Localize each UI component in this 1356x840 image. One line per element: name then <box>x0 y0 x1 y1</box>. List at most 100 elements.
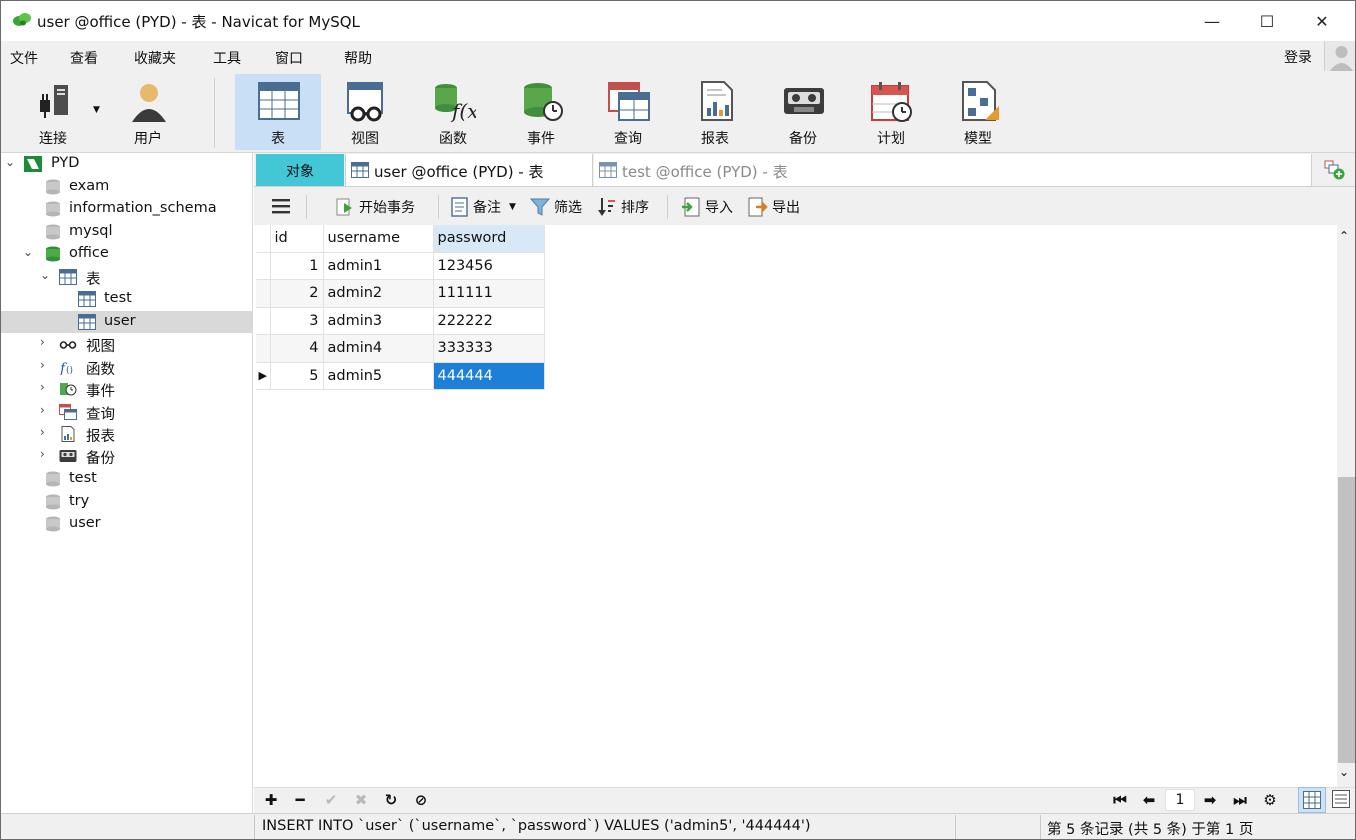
menu-help[interactable]: 帮助 <box>344 48 372 68</box>
cell-username[interactable]: admin5 <box>323 362 434 390</box>
settings-gear-icon[interactable]: ⚙ <box>1259 789 1281 811</box>
tree-group-queries[interactable]: › 查询 <box>1 401 252 423</box>
note-button[interactable]: 备注 ▼ <box>451 197 516 217</box>
row-indicator[interactable] <box>256 334 271 363</box>
cell-id[interactable]: 2 <box>270 279 324 308</box>
apply-changes-button[interactable]: ✔ <box>320 789 342 811</box>
table-row[interactable]: 1 admin1 123456 <box>256 252 545 280</box>
toolbar-user-button[interactable]: 用户 <box>105 74 191 150</box>
toolbar-model-button[interactable]: 模型 <box>935 74 1021 150</box>
menu-tools[interactable]: 工具 <box>213 48 241 68</box>
chevron-right-icon[interactable]: › <box>40 358 52 372</box>
sort-button[interactable]: 排序 <box>597 197 649 217</box>
tree-db-mysql[interactable]: mysql <box>1 221 252 243</box>
next-page-button[interactable]: ➡ <box>1199 789 1221 811</box>
import-button[interactable]: 导入 <box>681 197 733 217</box>
hamburger-menu-button[interactable] <box>271 197 291 215</box>
avatar[interactable] <box>1324 41 1355 73</box>
scrollbar-thumb[interactable] <box>1338 477 1355 763</box>
cell-password-selected[interactable]: 444444 <box>433 362 545 390</box>
cell-password[interactable]: 123456 <box>433 252 545 280</box>
page-number-input[interactable]: 1 <box>1165 789 1195 811</box>
row-indicator[interactable] <box>256 279 271 308</box>
tree-group-events[interactable]: › 事件 <box>1 378 252 400</box>
row-indicator[interactable] <box>256 307 271 335</box>
chevron-right-icon[interactable]: › <box>40 380 52 394</box>
chevron-down-icon[interactable]: ⌄ <box>5 155 17 169</box>
maximize-button[interactable]: ☐ <box>1244 1 1290 41</box>
toolbar-event-button[interactable]: 事件 <box>498 74 584 150</box>
scroll-down-icon[interactable]: ⌄ <box>1339 765 1349 779</box>
tree-db-exam[interactable]: exam <box>1 176 252 198</box>
column-header-id[interactable]: id <box>270 225 324 253</box>
tree-db-user[interactable]: user <box>1 513 252 535</box>
cell-id[interactable]: 3 <box>270 307 324 335</box>
tree-group-functions[interactable]: › f () 函数 <box>1 356 252 378</box>
tree-group-tables[interactable]: ⌄ 表 <box>1 266 252 288</box>
tree-group-backups[interactable]: › 备份 <box>1 445 252 467</box>
menu-view[interactable]: 查看 <box>70 48 98 68</box>
grid-view-button[interactable] <box>1298 787 1326 813</box>
tab-test-table[interactable]: test @office (PYD) - 表 <box>594 154 1312 186</box>
toolbar-table-button[interactable]: 表 <box>235 74 321 150</box>
table-row[interactable]: 4 admin4 333333 <box>256 334 545 363</box>
chevron-down-icon[interactable]: ⌄ <box>40 268 52 282</box>
chevron-right-icon[interactable]: › <box>40 335 52 349</box>
toolbar-view-button[interactable]: 视图 <box>322 74 408 150</box>
first-page-button[interactable]: ⏮ <box>1109 789 1131 811</box>
toolbar-query-button[interactable]: 查询 <box>585 74 671 150</box>
last-page-button[interactable]: ⏭ <box>1229 789 1251 811</box>
refresh-button[interactable]: ↻ <box>380 789 402 811</box>
minimize-button[interactable]: — <box>1189 1 1235 41</box>
tree-db-test[interactable]: test <box>1 468 252 490</box>
chevron-right-icon[interactable]: › <box>40 425 52 439</box>
toolbar-function-button[interactable]: f(x) 函数 <box>410 74 496 150</box>
cell-username[interactable]: admin3 <box>323 307 434 335</box>
table-row[interactable]: 3 admin3 222222 <box>256 307 545 335</box>
cell-password[interactable]: 222222 <box>433 307 545 335</box>
tree-table-user[interactable]: user <box>1 311 252 333</box>
note-dropdown-icon[interactable]: ▼ <box>509 202 516 212</box>
close-button[interactable]: ✕ <box>1299 1 1345 41</box>
scroll-up-icon[interactable]: ⌃ <box>1339 229 1349 243</box>
tree-connection-pyd[interactable]: ⌄ PYD <box>1 153 252 175</box>
chevron-right-icon[interactable]: › <box>40 403 52 417</box>
table-row[interactable]: 2 admin2 111111 <box>256 279 545 308</box>
tree-group-views[interactable]: › 视图 <box>1 333 252 355</box>
cell-id[interactable]: 4 <box>270 334 324 363</box>
cell-id[interactable]: 1 <box>270 252 324 280</box>
data-grid[interactable]: id username password 1 admin1 123456 2 a… <box>256 225 545 390</box>
menu-favorites[interactable]: 收藏夹 <box>134 48 176 68</box>
add-record-button[interactable]: ✚ <box>260 789 282 811</box>
tree-db-office[interactable]: ⌄ office <box>1 243 252 265</box>
cell-username[interactable]: admin1 <box>323 252 434 280</box>
export-button[interactable]: 导出 <box>748 197 800 217</box>
row-indicator[interactable] <box>256 252 271 280</box>
chevron-down-icon[interactable]: ⌄ <box>23 245 35 259</box>
tree-group-reports[interactable]: › 报表 <box>1 423 252 445</box>
connect-dropdown-icon[interactable]: ▼ <box>93 105 100 115</box>
column-header-password[interactable]: password <box>433 225 545 253</box>
stop-button[interactable]: ⊘ <box>410 789 432 811</box>
login-link[interactable]: 登录 <box>1284 47 1312 67</box>
tab-objects[interactable]: 对象 <box>256 154 344 186</box>
menu-window[interactable]: 窗口 <box>275 48 303 68</box>
tree-db-try[interactable]: try <box>1 491 252 513</box>
cell-password[interactable]: 333333 <box>433 334 545 363</box>
tab-user-table[interactable]: user @office (PYD) - 表 <box>345 154 593 186</box>
cell-username[interactable]: admin2 <box>323 279 434 308</box>
tree-table-test[interactable]: test <box>1 288 252 310</box>
toolbar-report-button[interactable]: 报表 <box>672 74 758 150</box>
delete-record-button[interactable]: ━ <box>289 789 311 811</box>
form-view-button[interactable] <box>1328 787 1355 813</box>
tree-db-information-schema[interactable]: information_schema <box>1 198 252 220</box>
table-row-selected[interactable]: ▶ 5 admin5 444444 <box>256 362 545 390</box>
cell-id[interactable]: 5 <box>270 362 324 390</box>
filter-button[interactable]: 筛选 <box>530 197 582 217</box>
new-object-button[interactable] <box>1314 154 1355 186</box>
toolbar-schedule-button[interactable]: 计划 <box>848 74 934 150</box>
begin-transaction-button[interactable]: 开始事务 <box>335 197 415 217</box>
menu-file[interactable]: 文件 <box>10 48 38 68</box>
discard-changes-button[interactable]: ✖ <box>350 789 372 811</box>
toolbar-connect-button[interactable]: 连接 <box>10 74 96 150</box>
